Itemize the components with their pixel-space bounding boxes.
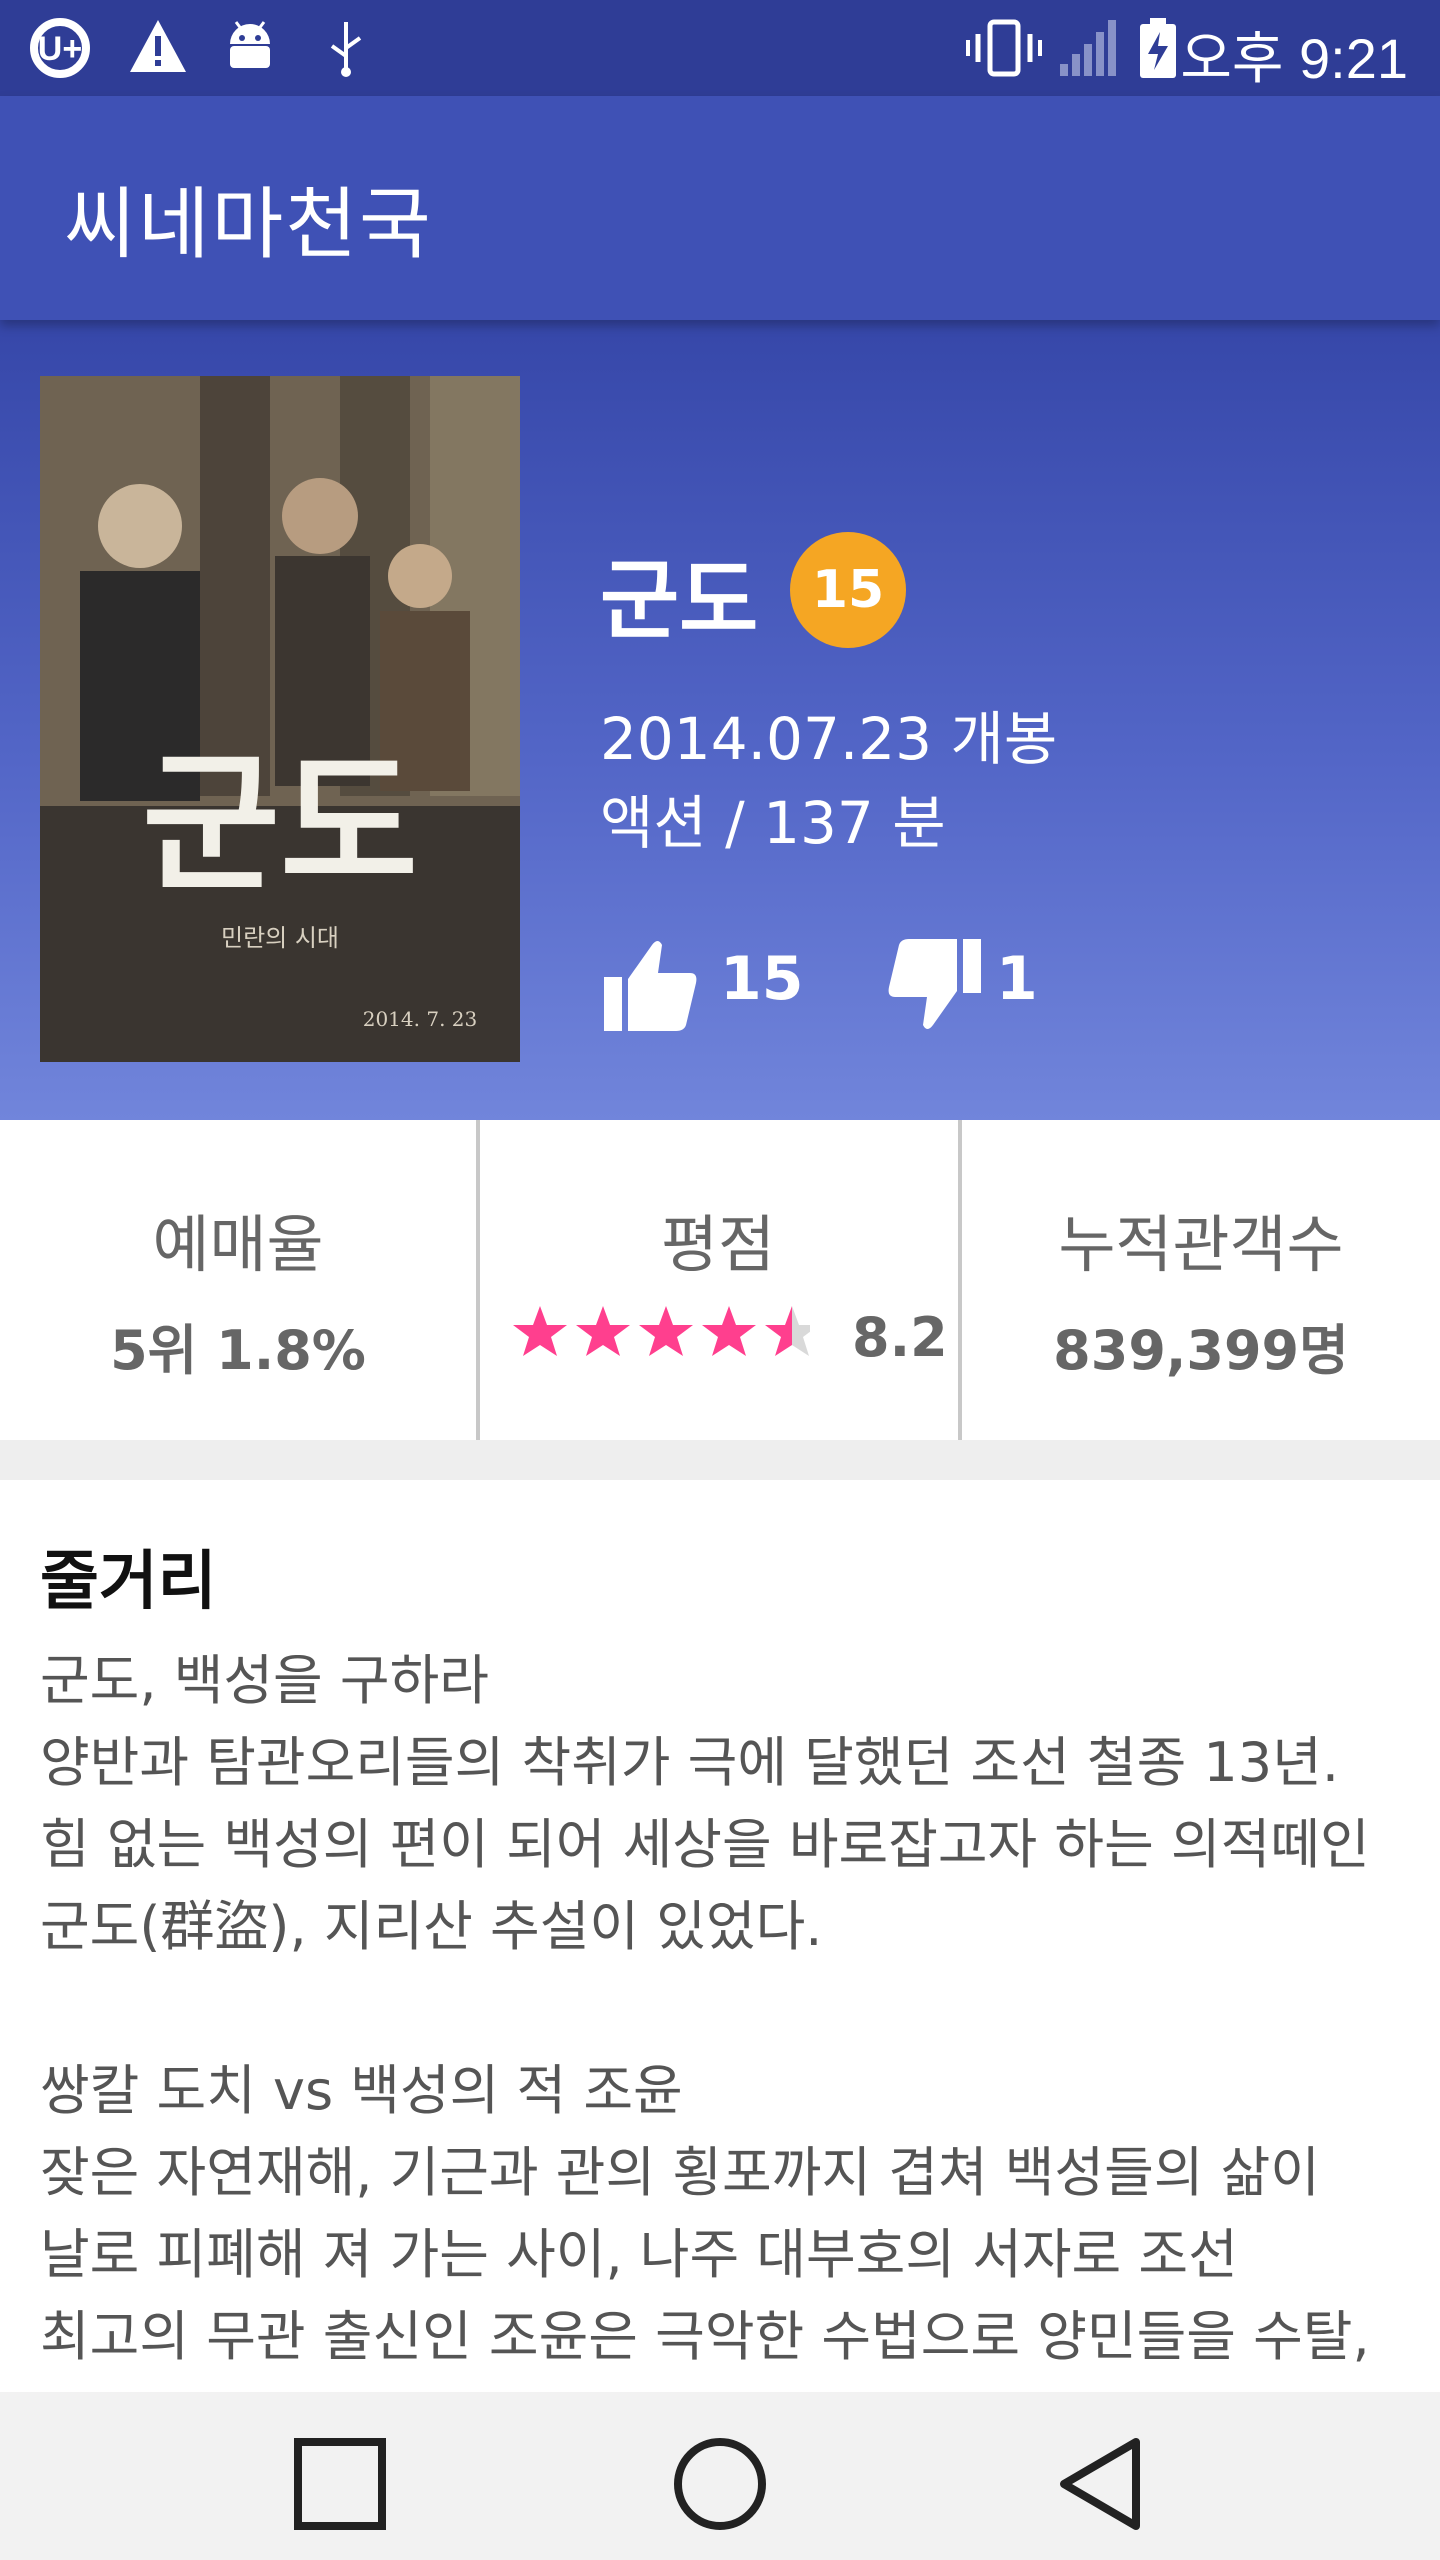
star-icon	[639, 1306, 693, 1356]
movie-title: 군도	[600, 551, 759, 651]
release-date: 2014.07.23 개봉	[600, 705, 1058, 773]
thumbs-down-icon[interactable]	[875, 935, 985, 1035]
warning-icon	[130, 20, 186, 72]
reservation-rate-stat: 예매율 5위 1.8%	[0, 1120, 476, 1440]
app-title: 씨네마천국	[64, 180, 433, 270]
like-count: 15	[720, 944, 804, 1014]
synopsis-line: 최고의 무관 출신인 조윤은 극악한 수법으로 양민들을 수탈,	[40, 2305, 1370, 2368]
vibrate-icon	[966, 19, 1042, 77]
poster-date-text: 2014. 7. 23	[363, 1007, 478, 1031]
synopsis-section[interactable]: 줄거리 군도, 백성을 구하라 양반과 탐관오리들의 착취가 극에 달했던 조선…	[0, 1480, 1440, 2392]
section-gap	[0, 1440, 1440, 1480]
star-icon	[513, 1306, 567, 1356]
synopsis-line	[40, 1968, 1420, 2050]
synopsis-line: 힘 없는 백성의 편이 되어 세상을 바로잡고자 하는 의적떼인	[40, 1813, 1370, 1876]
system-nav-bar	[0, 2392, 1440, 2560]
age-rating-text: 15	[811, 560, 885, 620]
star-icon	[702, 1306, 756, 1356]
age-rating-badge: 15	[790, 532, 906, 648]
app-bar: 씨네마천국	[0, 96, 1440, 320]
rating-stat: 평점 8.2	[480, 1120, 956, 1440]
synopsis-line: 군도, 백성을 구하라	[40, 1649, 489, 1712]
poster-subtitle-text: 민란의 시대	[221, 924, 339, 952]
carrier-logo-icon: U+	[30, 18, 90, 78]
synopsis-line: 날로 피폐해 져 가는 사이, 나주 대부호의 서자로 조선	[40, 2223, 1238, 2286]
half-star-icon	[765, 1306, 810, 1356]
rating-stars	[513, 1306, 810, 1356]
synopsis-line: 잦은 자연재해, 기근과 관의 횡포까지 겹쳐 백성들의 삶이	[40, 2141, 1320, 2204]
reservation-rate-label: 예매율	[152, 1208, 324, 1281]
status-time: 오후 9:21	[1180, 27, 1408, 90]
movie-poster[interactable]: 군도 민란의 시대 2014. 7. 23	[40, 376, 520, 1062]
reservation-rate-value: 5위 1.8%	[110, 1319, 366, 1382]
synopsis-line: 군도(群盜), 지리산 추설이 있었다.	[40, 1895, 823, 1958]
status-bar: U+ 오후 9:21	[0, 0, 1440, 96]
rating-label: 평점	[660, 1208, 776, 1281]
dislike-count: 1	[996, 944, 1038, 1014]
android-debug-icon	[230, 21, 270, 68]
svg-text:U+: U+	[38, 30, 82, 68]
star-icon	[576, 1306, 630, 1356]
signal-icon	[1060, 20, 1116, 76]
battery-charging-icon	[1140, 18, 1176, 78]
synopsis-heading: 줄거리	[40, 1545, 217, 1619]
synopsis-text: 군도, 백성을 구하라 양반과 탐관오리들의 착취가 극에 달했던 조선 철종 …	[40, 1640, 1420, 2378]
stats-row: 예매율 5위 1.8% 평점 8.2 누적관객수 839,399명	[0, 1120, 1440, 1440]
home-button[interactable]	[670, 2434, 770, 2534]
synopsis-line: 양반과 탐관오리들의 착취가 극에 달했던 조선 철종 13년.	[40, 1731, 1339, 1794]
synopsis-line: 쌍칼 도치 vs 백성의 적 조윤	[40, 2059, 683, 2122]
rating-value: 8.2	[852, 1306, 948, 1369]
back-button[interactable]	[1052, 2434, 1152, 2534]
audience-value: 839,399명	[1053, 1319, 1349, 1382]
thumbs-up-icon[interactable]	[600, 935, 700, 1035]
poster-artwork: 군도 민란의 시대 2014. 7. 23	[40, 376, 520, 1062]
recents-button[interactable]	[290, 2434, 390, 2534]
movie-header: 군도 민란의 시대 2014. 7. 23 군도 15 2014.07.23 개…	[0, 320, 1440, 1120]
audience-stat: 누적관객수 839,399명	[962, 1120, 1440, 1440]
genre-runtime: 액션 / 137 분	[600, 789, 946, 857]
poster-title-text: 군도	[142, 736, 418, 912]
usb-icon	[330, 22, 362, 77]
audience-label: 누적관객수	[1058, 1208, 1344, 1281]
